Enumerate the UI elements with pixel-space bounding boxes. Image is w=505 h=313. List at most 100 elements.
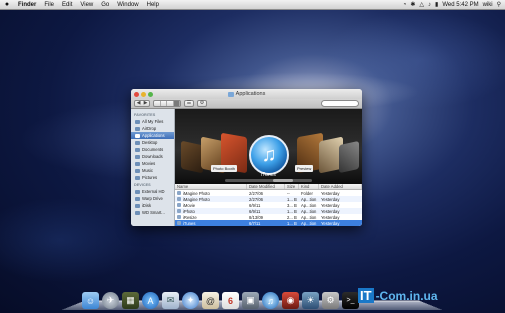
cover-tag-left: Photo Booth	[211, 165, 238, 172]
window-titlebar[interactable]: Applications	[131, 89, 362, 99]
photo-booth-icon[interactable]: ◉	[282, 292, 299, 309]
menu-clock[interactable]: Wed 5:42 PM	[442, 2, 478, 8]
table-row[interactable]: iPhoto 6/9/11 1... B Ap...tion Yesterday	[175, 208, 362, 214]
finder-icon[interactable]: ☺	[82, 292, 99, 309]
wifi-icon[interactable]: △	[419, 1, 424, 8]
table-row[interactable]: iMovie 6/9/11 3... B Ap...tion Yesterday	[175, 202, 362, 208]
time-machine-icon[interactable]: ◔	[403, 2, 407, 8]
sidebar-item-external-hd[interactable]: External HD	[131, 188, 174, 195]
sidebar-item-pictures[interactable]: Pictures	[131, 174, 174, 181]
app-icon	[177, 209, 181, 213]
applications-icon	[135, 133, 140, 138]
file-rows: iMagine Photo 2/27/06 -- Folder Yesterda…	[175, 190, 362, 226]
view-mode-control	[153, 100, 181, 107]
menu-edit[interactable]: Edit	[58, 2, 76, 8]
battery-icon[interactable]: ▮	[435, 1, 438, 8]
sidebar-item-airdrop[interactable]: AirDrop	[131, 125, 174, 132]
forward-arrow-icon[interactable]: ▶	[142, 101, 149, 106]
cover-tag-right: Preview	[295, 165, 314, 172]
watermark-logo-box: IT	[358, 288, 374, 303]
terminal-icon[interactable]: >_	[342, 292, 359, 309]
downloads-icon	[135, 154, 140, 159]
cover-flow-scrollbar[interactable]	[225, 179, 312, 182]
app-icon	[177, 215, 181, 219]
window-title: Applications	[235, 91, 266, 97]
sidebar-item-warp-drive[interactable]: Warp Drive	[131, 195, 174, 202]
table-row-selected[interactable]: iTunes 6/7/11 1... B Ap...tion Yesterday	[175, 220, 362, 226]
finder-window: Applications ◀ ▶ ☰ ⚙ FAVORITES All My Fi…	[131, 89, 362, 226]
iphoto-icon[interactable]: ☀	[302, 292, 319, 309]
menu-extras: ◔ ✱ △ ♪ ▮ Wed 5:42 PM wiki ⚲	[403, 1, 505, 9]
main-pane: Photo Booth ♫ Preview iTunes Name Date M…	[175, 109, 362, 226]
sidebar-item-wd-smart[interactable]: WD Smart...	[131, 209, 174, 216]
arrange-button[interactable]: ☰	[184, 100, 194, 107]
preview-icon[interactable]: ▣	[242, 292, 259, 309]
dock: ☺ ✈ ▦ A ✉ ✦ @ 6 ▣ ♫ ◉ ☀ ⚙ >_	[82, 287, 359, 309]
app-icon	[177, 197, 181, 201]
site-watermark: IT -Com.in.ua	[358, 288, 438, 303]
column-header-date-added[interactable]: Date Added	[319, 184, 362, 189]
menu-help[interactable]: Help	[143, 2, 163, 8]
spotlight-icon[interactable]: ⚲	[497, 1, 501, 8]
back-arrow-icon[interactable]: ◀	[135, 101, 142, 106]
sidebar: FAVORITES All My Files AirDrop Applicati…	[131, 109, 175, 226]
sidebar-favorites-header: FAVORITES	[134, 113, 156, 117]
app-store-icon[interactable]: A	[142, 292, 159, 309]
documents-icon	[135, 147, 140, 152]
apple-menu-icon[interactable]: ●	[0, 1, 14, 8]
cover-photo-frame-1[interactable]	[181, 140, 203, 174]
system-preferences-icon[interactable]: ⚙	[322, 292, 339, 309]
mail-icon[interactable]: ✉	[162, 292, 179, 309]
sidebar-item-downloads[interactable]: Downloads	[131, 153, 174, 160]
column-header-kind[interactable]: Kind	[299, 184, 319, 189]
desktop-icon	[135, 140, 140, 145]
coverflow-view-icon[interactable]	[173, 101, 180, 106]
column-header-date-modified[interactable]: Date Modified	[247, 184, 285, 189]
music-icon	[135, 168, 140, 173]
search-field[interactable]	[321, 100, 359, 107]
menu-view[interactable]: View	[76, 2, 97, 8]
safari-icon[interactable]: ✦	[182, 292, 199, 309]
app-icon	[177, 203, 181, 207]
bluetooth-icon[interactable]: ✱	[410, 1, 415, 8]
movies-icon	[135, 161, 140, 166]
sidebar-item-music[interactable]: Music	[131, 167, 174, 174]
action-gear-icon[interactable]: ⚙	[197, 100, 207, 107]
volume-icon[interactable]: ♪	[428, 2, 431, 8]
sidebar-item-all-my-files[interactable]: All My Files	[131, 118, 174, 125]
menu-window[interactable]: Window	[113, 2, 142, 8]
ical-icon[interactable]: 6	[222, 292, 239, 309]
launchpad-icon[interactable]: ✈	[102, 292, 119, 309]
address-book-icon[interactable]: @	[202, 292, 219, 309]
sidebar-item-idisk[interactable]: iDisk	[131, 202, 174, 209]
sidebar-item-applications[interactable]: Applications	[131, 132, 174, 139]
column-header-name[interactable]: Name	[175, 184, 247, 189]
menu-go[interactable]: Go	[97, 2, 113, 8]
sidebar-item-desktop[interactable]: Desktop	[131, 139, 174, 146]
drive-icon	[135, 210, 140, 215]
cover-photo-frame-6[interactable]	[339, 140, 359, 174]
file-list: Name Date Modified Size Kind Date Added …	[175, 184, 362, 226]
column-header-size[interactable]: Size	[285, 184, 299, 189]
itunes-icon	[177, 221, 181, 225]
mission-control-icon[interactable]: ▦	[122, 292, 139, 309]
menu-bar: ● Finder File Edit View Go Window Help ◔…	[0, 0, 505, 10]
menu-user[interactable]: wiki	[483, 2, 493, 8]
menu-finder[interactable]: Finder	[14, 2, 40, 8]
table-row[interactable]: iMagine Photo 2/27/06 1... B Ap...tion Y…	[175, 196, 362, 202]
table-row[interactable]: iMagine Photo 2/27/06 -- Folder Yesterda…	[175, 190, 362, 196]
sidebar-item-documents[interactable]: Documents	[131, 146, 174, 153]
drive-icon	[135, 196, 140, 201]
cover-caption: iTunes	[261, 172, 276, 178]
sidebar-item-movies[interactable]: Movies	[131, 160, 174, 167]
idisk-icon	[135, 203, 140, 208]
table-row[interactable]: iResize 8/13/09 2... B Ap...tion Yesterd…	[175, 214, 362, 220]
folder-icon	[227, 91, 234, 97]
itunes-icon[interactable]: ♫	[262, 292, 279, 309]
watermark-text: -Com.in.ua	[375, 288, 438, 303]
menu-file[interactable]: File	[40, 2, 58, 8]
cover-flow[interactable]: Photo Booth ♫ Preview iTunes	[175, 109, 362, 184]
pictures-icon	[135, 175, 140, 180]
itunes-cover-icon[interactable]: ♫	[249, 135, 289, 175]
window-toolbar: ◀ ▶ ☰ ⚙	[131, 99, 362, 109]
